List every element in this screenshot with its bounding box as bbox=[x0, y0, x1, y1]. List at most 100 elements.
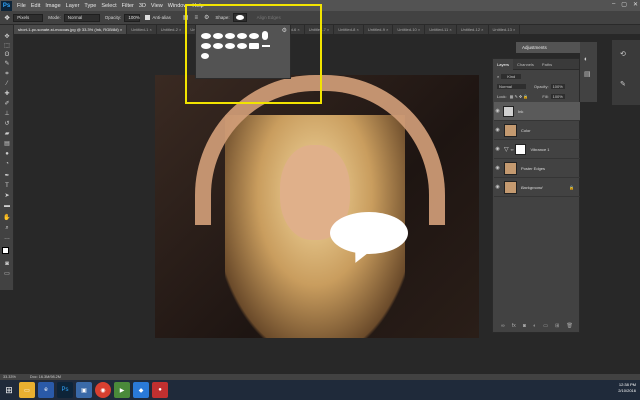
custom-shape-tool-icon[interactable]: ❖ bbox=[4, 14, 10, 22]
history-icon[interactable]: ⟲ bbox=[620, 50, 626, 58]
menu-edit[interactable]: Edit bbox=[31, 3, 40, 9]
menu-layer[interactable]: Layer bbox=[66, 3, 80, 9]
visibility-eye-icon[interactable]: ◉ bbox=[494, 146, 501, 152]
tab-active-document[interactable]: short-1-pc-sonate-st-mocoas.jpg @ 33.3% … bbox=[14, 25, 128, 34]
new-group-icon[interactable]: ▭ bbox=[543, 323, 548, 329]
app-icon[interactable]: ◆ bbox=[133, 382, 149, 398]
windows-app-icon[interactable]: ▣ bbox=[76, 382, 92, 398]
menu-type[interactable]: Type bbox=[84, 3, 96, 9]
tab-untitled-12[interactable]: Untitled-12 × bbox=[457, 25, 489, 34]
maximize-button[interactable]: ▢ bbox=[621, 1, 627, 8]
dodge-tool-icon[interactable]: ◔ bbox=[3, 161, 11, 168]
foreground-color-swatch[interactable] bbox=[2, 247, 9, 254]
menu-select[interactable]: Select bbox=[101, 3, 116, 9]
adjustment-icon[interactable]: ◐ bbox=[584, 56, 588, 63]
crop-tool-icon[interactable]: ⌗ bbox=[3, 71, 11, 78]
delete-layer-icon[interactable]: 🗑 bbox=[566, 323, 572, 329]
app-icon-red[interactable]: ● bbox=[152, 382, 168, 398]
photoshop-taskbar-icon[interactable]: Ps bbox=[57, 382, 73, 398]
layer-name: Color bbox=[521, 127, 531, 133]
filter-kind-select[interactable]: Kind bbox=[501, 74, 522, 79]
document-image[interactable] bbox=[155, 75, 479, 338]
antialias-checkbox[interactable] bbox=[145, 15, 151, 20]
tab-untitled-11[interactable]: Untitled-11 × bbox=[425, 25, 457, 34]
layer-thumbnail bbox=[504, 180, 517, 194]
marquee-tool-icon[interactable]: ⬚ bbox=[3, 43, 11, 50]
new-layer-icon[interactable]: ⊞ bbox=[555, 323, 559, 329]
tool-mode-select[interactable]: Pixels bbox=[13, 13, 44, 22]
blur-tool-icon[interactable]: ● bbox=[3, 151, 11, 158]
layer-row-background[interactable]: ◉ Background 🔒 bbox=[494, 178, 580, 197]
menu-filter[interactable]: Filter bbox=[122, 3, 134, 9]
visibility-eye-icon[interactable]: ◉ bbox=[494, 184, 501, 190]
pen-tool-icon[interactable]: ✒ bbox=[3, 173, 11, 180]
minimize-button[interactable]: – bbox=[612, 1, 615, 8]
layer-row-vibrance[interactable]: ◉ ▽ ∞ Vibrance 1 bbox=[494, 140, 580, 159]
quick-select-tool-icon[interactable]: ✎ bbox=[3, 61, 11, 68]
quick-mask-icon[interactable]: ◙ bbox=[3, 261, 11, 268]
link-layers-icon[interactable]: ∞ bbox=[501, 323, 505, 329]
windows-start-icon[interactable]: ⊞ bbox=[2, 383, 16, 397]
properties-icon[interactable]: ▤ bbox=[584, 70, 591, 78]
healing-brush-tool-icon[interactable]: ✚ bbox=[3, 91, 11, 98]
lock-fill-row: Lock: ▦ ✎ ✥ 🔒 Fill: 100% bbox=[494, 92, 580, 101]
tab-untitled-8[interactable]: Untitled-8 × bbox=[334, 25, 364, 34]
clock-date[interactable]: 2/10/2016 bbox=[618, 388, 636, 394]
add-mask-icon[interactable]: ◙ bbox=[523, 323, 526, 329]
visibility-eye-icon[interactable]: ◉ bbox=[494, 108, 501, 114]
tab-untitled-10[interactable]: Untitled-10 × bbox=[393, 25, 426, 34]
history-brush-tool-icon[interactable]: ↺ bbox=[3, 121, 11, 128]
tab-untitled-1[interactable]: Untitled-1 × bbox=[127, 25, 157, 34]
media-app-icon[interactable]: ▶ bbox=[114, 382, 130, 398]
eraser-tool-icon[interactable]: ▰ bbox=[3, 131, 11, 138]
tab-paths[interactable]: Paths bbox=[538, 62, 556, 67]
tab-untitled-9[interactable]: Untitled-9 × bbox=[364, 25, 394, 34]
menu-view[interactable]: View bbox=[151, 3, 163, 9]
adjustments-panel-header[interactable]: Adjustments bbox=[516, 42, 580, 53]
internet-explorer-icon[interactable]: e bbox=[38, 382, 54, 398]
eyedropper-tool-icon[interactable]: ⁄ bbox=[3, 81, 11, 88]
lasso-tool-icon[interactable]: ʘ bbox=[3, 52, 11, 59]
document-tab-bar: short-1-pc-sonate-st-mocoas.jpg @ 33.3% … bbox=[14, 25, 640, 34]
close-button[interactable]: ✕ bbox=[633, 1, 638, 8]
tab-untitled-2[interactable]: Untitled-2 × bbox=[157, 25, 187, 34]
brush-presets-icon[interactable]: ✎ bbox=[620, 80, 626, 88]
more-tools-icon[interactable]: … bbox=[3, 235, 11, 242]
tab-channels[interactable]: Channels bbox=[513, 62, 538, 67]
visibility-eye-icon[interactable]: ◉ bbox=[494, 127, 501, 133]
tab-untitled-13[interactable]: Untitled-13 × bbox=[489, 25, 521, 34]
menu-3d[interactable]: 3D bbox=[139, 3, 146, 9]
path-selection-tool-icon[interactable]: ➤ bbox=[3, 193, 11, 200]
document-info: Doc: 16.3M/98.2M bbox=[29, 375, 61, 379]
gradient-tool-icon[interactable]: ▤ bbox=[3, 141, 11, 148]
new-adjustment-icon[interactable]: ◐ bbox=[533, 323, 536, 329]
layer-row-poster-edges[interactable]: ◉ Poster Edges bbox=[494, 159, 580, 178]
clone-stamp-tool-icon[interactable]: ⊥ bbox=[3, 111, 11, 118]
zoom-tool-icon[interactable]: ⌕ bbox=[3, 225, 11, 232]
layer-row-ink[interactable]: ◉ Ink bbox=[494, 102, 580, 121]
hand-tool-icon[interactable]: ✋ bbox=[3, 215, 11, 222]
visibility-eye-icon[interactable]: ◉ bbox=[494, 165, 501, 171]
menu-image[interactable]: Image bbox=[45, 3, 60, 9]
menu-file[interactable]: File bbox=[17, 3, 26, 9]
fill-input[interactable]: 100% bbox=[550, 94, 565, 99]
speech-bubble-shape[interactable] bbox=[330, 212, 408, 254]
opacity-input[interactable]: 100% bbox=[124, 13, 141, 22]
tab-layers[interactable]: Layers bbox=[493, 58, 514, 70]
chrome-icon[interactable]: ◉ bbox=[95, 382, 111, 398]
lock-icons[interactable]: ▦ ✎ ✥ 🔒 bbox=[510, 94, 529, 99]
annotation-highlight-box bbox=[185, 4, 322, 104]
layer-row-color[interactable]: ◉ Color bbox=[494, 121, 580, 140]
custom-shape-tool-icon[interactable]: ▬ bbox=[3, 203, 11, 210]
type-tool-icon[interactable]: T bbox=[3, 183, 11, 190]
photoshop-logo: Ps bbox=[1, 0, 12, 11]
brush-tool-icon[interactable]: ✐ bbox=[3, 101, 11, 108]
layer-blend-mode-select[interactable]: Normal bbox=[497, 84, 526, 89]
move-tool-icon[interactable]: ✥ bbox=[3, 34, 11, 41]
file-explorer-icon[interactable]: ▭ bbox=[19, 382, 35, 398]
blend-mode-select[interactable]: Normal bbox=[63, 13, 100, 22]
layer-style-icon[interactable]: fx bbox=[512, 323, 516, 329]
layer-opacity-input[interactable]: 100% bbox=[550, 84, 565, 89]
zoom-level[interactable]: 33.33% bbox=[3, 375, 16, 379]
screen-mode-icon[interactable]: ▭ bbox=[3, 271, 11, 278]
